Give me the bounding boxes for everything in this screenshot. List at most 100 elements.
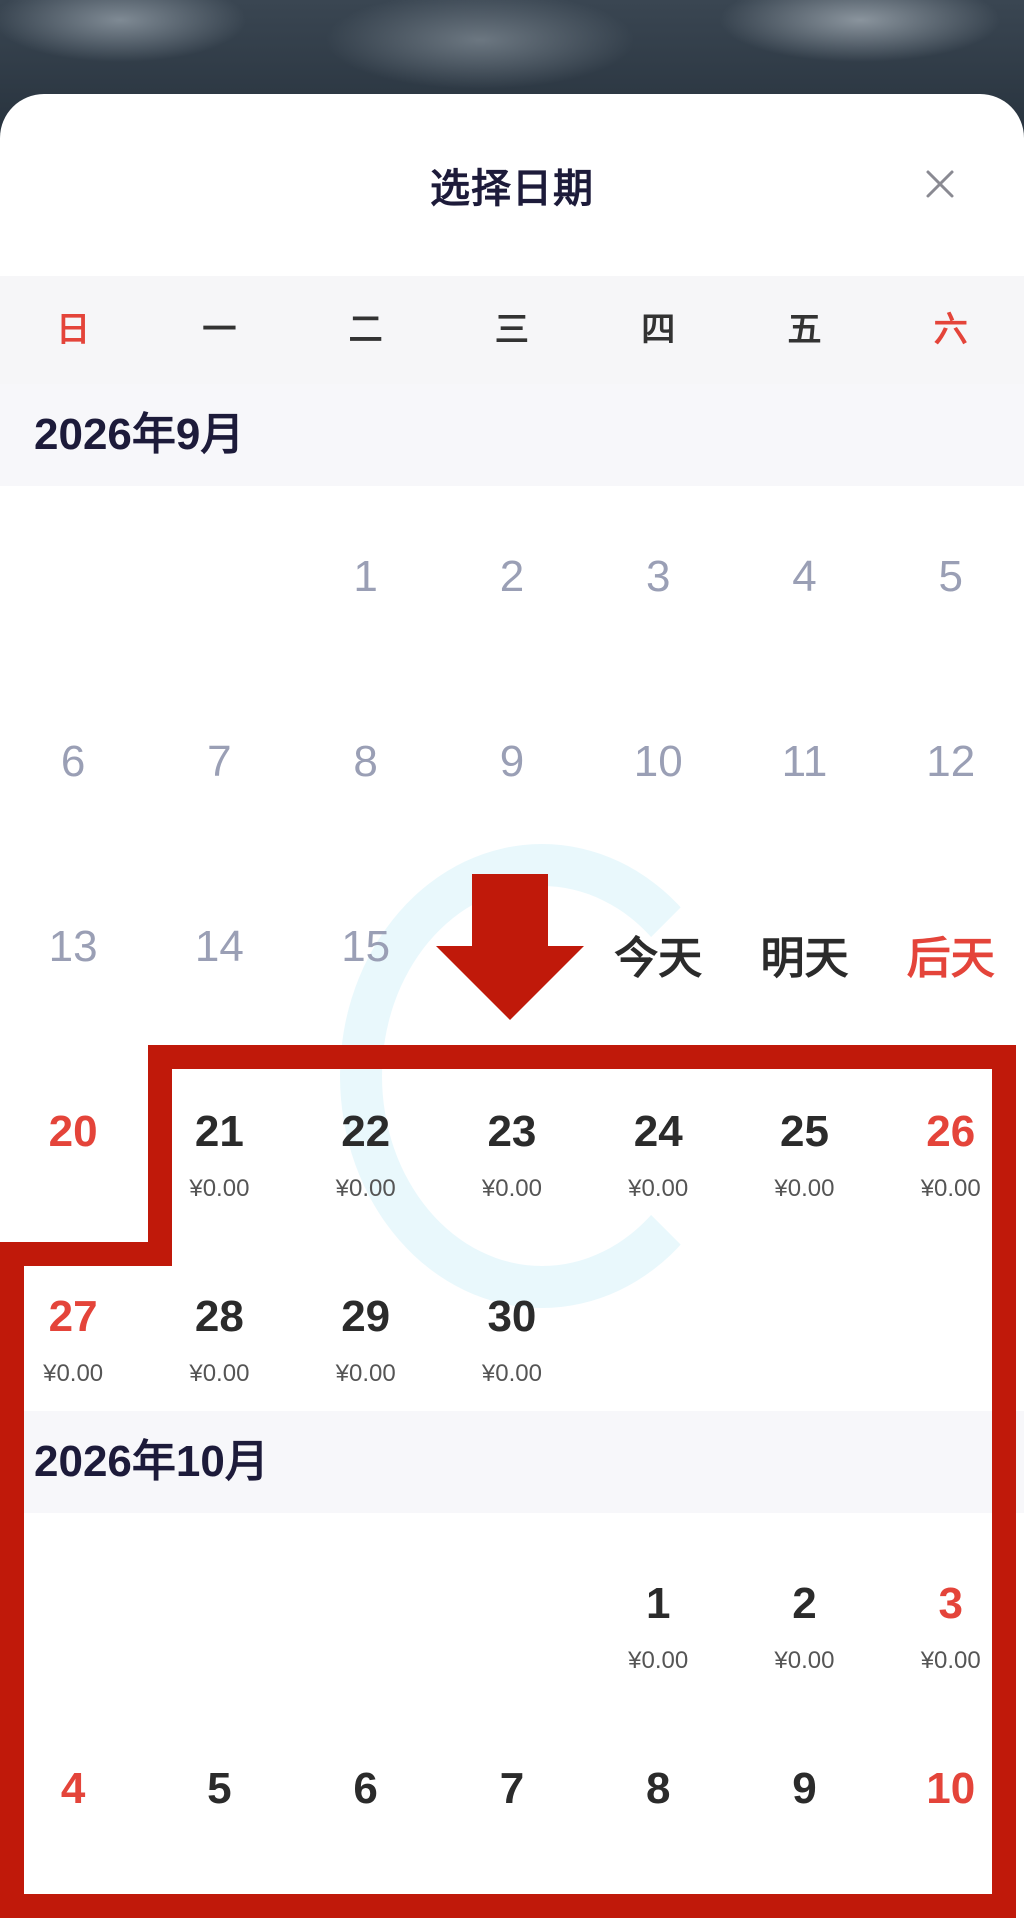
- day-cell[interactable]: 23 ¥0.00: [439, 1041, 585, 1226]
- day-price: ¥0.00: [481, 1175, 542, 1202]
- day-cell: 12: [878, 671, 1024, 856]
- day-cell[interactable]: 22 ¥0.00: [293, 1041, 439, 1226]
- day-number: 9: [792, 1764, 817, 1813]
- day-cell: 13: [0, 856, 146, 1041]
- day-cell: 15: [293, 856, 439, 1041]
- weekday-label: 三: [494, 311, 529, 349]
- day-cell[interactable]: 28 ¥0.00: [146, 1226, 292, 1411]
- month-title: 2026年10月: [0, 1411, 1024, 1513]
- day-cell[interactable]: 20: [0, 1041, 146, 1226]
- day-cell[interactable]: 5: [146, 1698, 292, 1883]
- day-number: 3: [645, 552, 671, 601]
- day-number: 29: [341, 1292, 391, 1341]
- day-number: 26: [926, 1107, 976, 1156]
- day-cell[interactable]: 9: [731, 1698, 877, 1883]
- day-number: 7: [207, 737, 232, 786]
- empty-cell: [293, 1513, 439, 1698]
- day-price: ¥0.00: [335, 1175, 396, 1202]
- day-number: 5: [207, 1764, 232, 1813]
- day-cell: 10: [585, 671, 731, 856]
- day-cell[interactable]: 29 ¥0.00: [293, 1226, 439, 1411]
- close-icon: [926, 170, 954, 198]
- day-number: 5: [938, 552, 963, 601]
- empty-cell: [146, 1513, 292, 1698]
- day-number: 今天: [614, 934, 703, 983]
- day-cell: 9: [439, 671, 585, 856]
- day-cell[interactable]: 明天: [731, 856, 877, 1041]
- day-number: 30: [487, 1292, 537, 1341]
- day-price: ¥0.00: [628, 1175, 689, 1202]
- day-number: 28: [194, 1292, 244, 1341]
- day-cell[interactable]: 后天: [878, 856, 1024, 1041]
- day-number: 11: [781, 737, 828, 786]
- day-price: ¥0.00: [774, 1175, 835, 1202]
- day-price: ¥0.00: [189, 1175, 250, 1202]
- day-cell: 11: [731, 671, 877, 856]
- day-number: 20: [48, 1107, 98, 1156]
- day-number: 6: [60, 737, 86, 786]
- day-number: 3: [938, 1579, 963, 1628]
- day-number: 1: [645, 1579, 671, 1628]
- day-cell[interactable]: 26 ¥0.00: [878, 1041, 1024, 1226]
- day-price: ¥0.00: [628, 1647, 689, 1674]
- day-number: 10: [633, 737, 683, 786]
- weekday-label: 一: [202, 311, 237, 349]
- arrow-down-icon: [472, 874, 548, 948]
- weekday-label: 六: [933, 311, 968, 349]
- day-cell: 4: [731, 486, 877, 671]
- day-number: 4: [792, 552, 817, 601]
- day-number: 12: [926, 737, 976, 786]
- day-number: 2: [499, 552, 525, 601]
- day-price: ¥0.00: [335, 1360, 396, 1387]
- day-number: 7: [499, 1764, 525, 1813]
- day-cell[interactable]: 6: [293, 1698, 439, 1883]
- day-cell[interactable]: 10: [878, 1698, 1024, 1883]
- day-price: ¥0.00: [189, 1360, 250, 1387]
- day-cell: 14: [146, 856, 292, 1041]
- day-number: 明天: [760, 934, 849, 983]
- day-cell[interactable]: 24 ¥0.00: [585, 1041, 731, 1226]
- day-number: 24: [633, 1107, 683, 1156]
- day-number: 4: [60, 1764, 86, 1813]
- day-cell[interactable]: 4: [0, 1698, 146, 1883]
- calendar-months: 2026年9月 1 2 3 4 5 6 7 8 9 10 11 12 13 14 15 今天 明天 后天 20 21 ¥0…: [0, 384, 1024, 1883]
- weekday-label: 二: [348, 311, 383, 349]
- day-cell: 7: [146, 671, 292, 856]
- close-button[interactable]: [916, 160, 964, 208]
- weekday-label: 日: [56, 311, 91, 349]
- day-cell[interactable]: 25 ¥0.00: [731, 1041, 877, 1226]
- day-cell[interactable]: 21 ¥0.00: [146, 1041, 292, 1226]
- weekday-label: 五: [787, 311, 822, 349]
- day-number: 13: [48, 922, 98, 971]
- empty-cell: [0, 486, 146, 671]
- day-price: ¥0.00: [43, 1360, 104, 1387]
- day-cell[interactable]: 27 ¥0.00: [0, 1226, 146, 1411]
- day-cell[interactable]: 7: [439, 1698, 585, 1883]
- day-price: ¥0.00: [774, 1647, 835, 1674]
- day-cell[interactable]: 30 ¥0.00: [439, 1226, 585, 1411]
- weekday-header: 日一二三四五六: [0, 276, 1024, 385]
- month-title: 2026年9月: [0, 384, 1024, 486]
- day-number: 15: [341, 922, 391, 971]
- day-number: 25: [779, 1107, 829, 1156]
- day-cell[interactable]: 3 ¥0.00: [878, 1513, 1024, 1698]
- day-cell[interactable]: 今天: [585, 856, 731, 1041]
- day-cell: 2: [439, 486, 585, 671]
- day-cell: 5: [878, 486, 1024, 671]
- day-number: 后天: [906, 934, 995, 983]
- day-cell[interactable]: 8: [585, 1698, 731, 1883]
- empty-cell: [146, 486, 292, 671]
- day-number: 22: [341, 1107, 391, 1156]
- day-cell[interactable]: 1 ¥0.00: [585, 1513, 731, 1698]
- day-number: 10: [926, 1764, 976, 1813]
- day-cell[interactable]: 2 ¥0.00: [731, 1513, 877, 1698]
- day-number: 27: [48, 1292, 98, 1341]
- sheet-header: 选择日期: [0, 94, 1024, 274]
- day-number: 2: [792, 1579, 817, 1628]
- day-price: ¥0.00: [481, 1360, 542, 1387]
- day-number: 9: [499, 737, 525, 786]
- empty-cell: [439, 1513, 585, 1698]
- month-grid: 1 ¥0.00 2 ¥0.00 3 ¥0.00 4 5 6 7 8 9 10: [0, 1513, 1024, 1883]
- day-number: 8: [353, 737, 378, 786]
- weekday-label: 四: [641, 311, 676, 349]
